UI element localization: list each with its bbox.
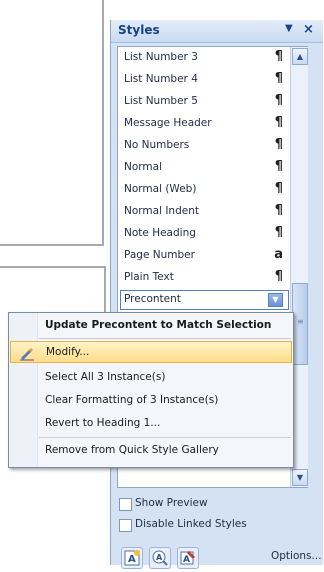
paragraph-mark-icon: ¶ (274, 115, 283, 130)
style-item-label: List Number 4 (124, 73, 198, 85)
style-item[interactable]: List Number 5 ¶ (118, 91, 289, 113)
style-item[interactable]: Normal Indent ¶ (118, 201, 289, 223)
paragraph-mark-icon: ¶ (274, 203, 283, 218)
show-preview-label: Show Preview (135, 497, 208, 509)
style-item[interactable]: List Number 3 ¶ (118, 47, 289, 69)
style-item-label: Precontent (124, 293, 181, 305)
menu-item-update-to-match[interactable]: Update Precontent to Match Selection (10, 315, 292, 337)
paragraph-mark-icon: ¶ (274, 159, 283, 174)
svg-text:A: A (128, 554, 136, 565)
menu-item-label: Update Precontent to Match Selection (45, 319, 272, 331)
style-item[interactable]: Plain Text ¶ (118, 267, 289, 289)
style-inspector-icon[interactable]: A (149, 547, 171, 569)
style-item-label: Plain Text (124, 271, 174, 283)
menu-item-modify[interactable]: Modify... (10, 341, 292, 363)
svg-text:A: A (156, 553, 163, 562)
menu-separator (39, 437, 291, 438)
modify-style-icon (19, 345, 35, 361)
style-item-label: Message Header (124, 117, 212, 129)
pane-title: Styles (118, 23, 160, 37)
style-item-selected[interactable]: Precontent ▼ (118, 289, 289, 311)
scroll-thumb[interactable]: ≡ (292, 283, 308, 365)
style-item-label: Page Number (124, 249, 195, 261)
disable-linked-styles-checkbox[interactable] (119, 519, 132, 532)
manage-styles-icon[interactable]: A (177, 547, 199, 569)
menu-item-label: Revert to Heading 1... (45, 417, 161, 429)
style-item-label: List Number 5 (124, 95, 198, 107)
paragraph-mark-icon: ¶ (274, 181, 283, 196)
character-style-icon: a (274, 247, 283, 262)
style-item-label: Normal (Web) (124, 183, 197, 195)
close-icon[interactable]: × (303, 22, 314, 37)
style-item-label: Normal Indent (124, 205, 199, 217)
menu-item-clear-formatting[interactable]: Clear Formatting of 3 Instance(s) (10, 390, 292, 412)
document-page-gap (0, 246, 110, 266)
paragraph-mark-icon: ¶ (274, 49, 283, 64)
pane-footer: Show Preview Disable Linked Styles A A A (111, 490, 323, 569)
svg-text:A: A (183, 555, 190, 565)
pane-header: Styles ▼ × (111, 20, 323, 43)
style-item[interactable]: Note Heading ¶ (118, 223, 289, 245)
menu-item-label: Clear Formatting of 3 Instance(s) (45, 394, 219, 406)
document-area[interactable] (0, 0, 110, 565)
style-item[interactable]: No Numbers ¶ (118, 135, 289, 157)
show-preview-checkbox[interactable] (119, 498, 132, 511)
new-style-icon[interactable]: A (121, 547, 143, 569)
paragraph-mark-icon: ¶ (274, 225, 283, 240)
pane-options-dropdown-icon[interactable]: ▼ (285, 23, 293, 34)
style-item[interactable]: Page Number a (118, 245, 289, 267)
menu-item-remove-from-gallery[interactable]: Remove from Quick Style Gallery (10, 440, 292, 462)
menu-separator (39, 338, 291, 339)
styles-pane: Styles ▼ × List Number 3 ¶ List Number 4… (110, 20, 323, 569)
style-item-label: Normal (124, 161, 162, 173)
style-context-menu: Update Precontent to Match Selection Mod… (8, 312, 294, 468)
paragraph-mark-icon: ¶ (274, 137, 283, 152)
menu-item-select-all[interactable]: Select All 3 Instance(s) (10, 367, 292, 389)
style-item[interactable]: List Number 4 ¶ (118, 69, 289, 91)
style-item-label: Note Heading (124, 227, 196, 239)
menu-item-label: Remove from Quick Style Gallery (45, 444, 219, 456)
style-item[interactable]: Normal (Web) ¶ (118, 179, 289, 201)
style-item-label: No Numbers (124, 139, 190, 151)
style-item[interactable]: Normal ¶ (118, 157, 289, 179)
document-page-upper[interactable] (0, 0, 104, 246)
paragraph-mark-icon: ¶ (274, 269, 283, 284)
scroll-down-icon[interactable]: ▼ (292, 469, 308, 486)
menu-item-label: Select All 3 Instance(s) (45, 371, 166, 383)
menu-item-label: Modify... (46, 346, 90, 358)
options-link[interactable]: Options... (271, 550, 322, 562)
paragraph-mark-icon: ¶ (274, 93, 283, 108)
paragraph-mark-icon: ¶ (274, 71, 283, 86)
style-menu-dropdown-icon[interactable]: ▼ (268, 293, 283, 307)
scroll-up-icon[interactable]: ▲ (292, 48, 308, 65)
style-item-label: List Number 3 (124, 51, 198, 63)
disable-linked-styles-label: Disable Linked Styles (135, 518, 247, 530)
grip-icon: ≡ (297, 317, 304, 326)
style-item[interactable]: Message Header ¶ (118, 113, 289, 135)
menu-item-revert[interactable]: Revert to Heading 1... (10, 413, 292, 435)
